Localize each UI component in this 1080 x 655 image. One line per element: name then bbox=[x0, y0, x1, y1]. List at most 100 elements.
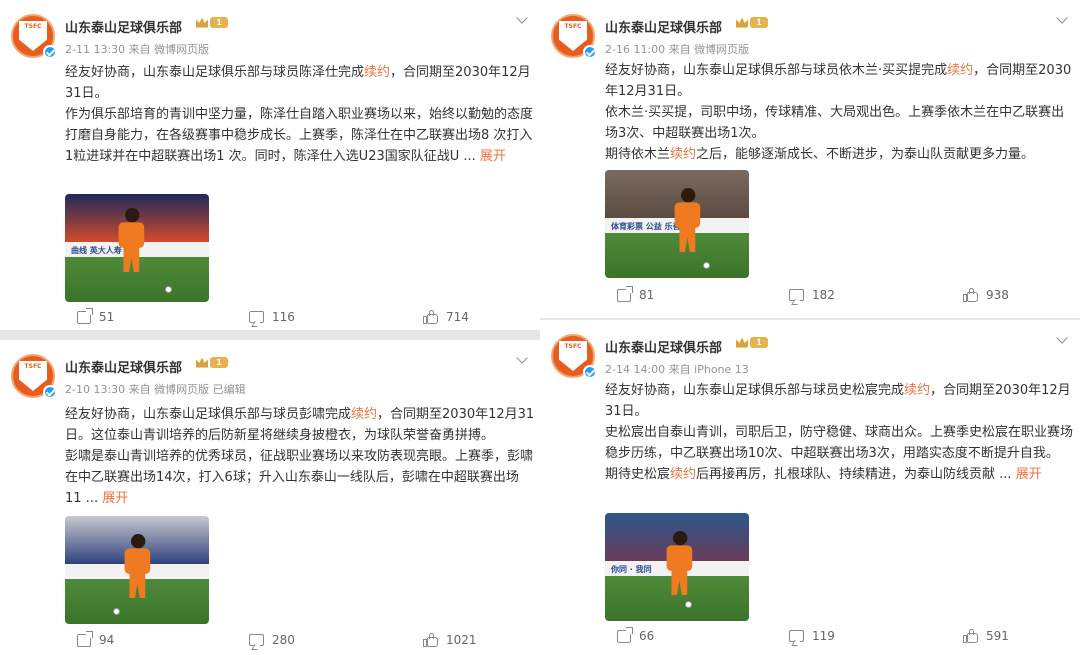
expand-link[interactable]: 展开 bbox=[1012, 467, 1042, 482]
repost-button[interactable]: 94 bbox=[77, 630, 115, 647]
post-text: 经友好协商，山东泰山足球俱乐部与球员史松宸完成续约，合同期至2030年12月31… bbox=[605, 380, 1075, 485]
text-segment: 经友好协商，山东泰山足球俱乐部与球员依木兰·买买提完成 bbox=[605, 63, 948, 78]
post-meta: 2-11 13:30 来自 微博网页版 bbox=[65, 43, 210, 56]
vip-badge[interactable]: 1 bbox=[736, 337, 768, 348]
account-name[interactable]: 山东泰山足球俱乐部 bbox=[65, 357, 182, 376]
highlight-keyword[interactable]: 续约 bbox=[904, 383, 930, 398]
paragraph: 期待依木兰续约之后，能够逐渐成长、不断进步，为泰山队贡献更多力量。 bbox=[605, 144, 1075, 165]
like-button[interactable]: 714 bbox=[423, 310, 469, 324]
text-segment: 彭啸是泰山青训培养的优秀球员，征战职业赛场以来攻防表现亮眼。上赛季，彭啸在中乙联… bbox=[65, 449, 534, 506]
post-meta: 2-16 11:00 来自 微博网页版 bbox=[605, 43, 750, 56]
verified-icon bbox=[43, 385, 57, 399]
like-icon bbox=[423, 633, 438, 647]
verified-icon bbox=[583, 365, 597, 379]
post-photo[interactable]: 曲线 英大人寿 联 bbox=[65, 194, 209, 302]
text-segment: 后再接再厉，扎根球队、持续精进，为泰山防线贡献 ... bbox=[696, 467, 1012, 482]
club-crest-icon: TSFC bbox=[19, 21, 47, 51]
reposts-count: 66 bbox=[639, 629, 655, 643]
likes-count: 1021 bbox=[446, 633, 477, 647]
paragraph: 经友好协商，山东泰山足球俱乐部与球员彭啸完成续约，合同期至2030年12月31日… bbox=[65, 404, 535, 446]
post-text: 经友好协商，山东泰山足球俱乐部与球员陈泽仕完成续约，合同期至2030年12月31… bbox=[65, 62, 535, 167]
repost-icon bbox=[617, 626, 633, 643]
text-segment: 作为俱乐部培育的青训中坚力量，陈泽仕自踏入职业赛场以来，始终以勤勉的态度打磨自身… bbox=[65, 107, 534, 164]
like-icon bbox=[963, 288, 978, 302]
account-name[interactable]: 山东泰山足球俱乐部 bbox=[605, 17, 722, 36]
post-photo[interactable]: 你同 · 我同 bbox=[605, 513, 749, 621]
likes-count: 591 bbox=[986, 629, 1009, 643]
player-figure bbox=[123, 534, 152, 598]
highlight-keyword[interactable]: 续约 bbox=[351, 407, 377, 422]
repost-icon bbox=[77, 630, 93, 647]
post-meta: 2-10 13:30 来自 微博网页版 已编辑 bbox=[65, 383, 246, 396]
player-shirt bbox=[118, 222, 145, 248]
comment-button[interactable]: 280 bbox=[249, 633, 295, 647]
expand-link[interactable]: 展开 bbox=[98, 491, 128, 506]
highlight-keyword[interactable]: 续约 bbox=[364, 65, 390, 80]
like-button[interactable]: 1021 bbox=[423, 633, 477, 647]
vip-badge[interactable]: 1 bbox=[736, 17, 768, 28]
like-thumb bbox=[969, 288, 974, 294]
like-button[interactable]: 938 bbox=[963, 288, 1009, 302]
paragraph: 依木兰·买买提，司职中场，传球精准、大局观出色。上赛季依木兰在中乙联赛出场3次、… bbox=[605, 102, 1075, 144]
comment-button[interactable]: 116 bbox=[249, 310, 295, 324]
weibo-post: TSFC 山东泰山足球俱乐部 1 2-11 13:30 来自 微博网页版经友好协商，山… bbox=[0, 0, 540, 330]
chevron-down-icon[interactable] bbox=[1056, 12, 1068, 24]
text-segment: 期待依木兰 bbox=[605, 147, 671, 162]
highlight-keyword[interactable]: 续约 bbox=[670, 147, 696, 162]
paragraph: 经友好协商，山东泰山足球俱乐部与球员陈泽仕完成续约，合同期至2030年12月31… bbox=[65, 62, 535, 104]
post-photo[interactable] bbox=[65, 516, 209, 624]
player-head bbox=[673, 531, 688, 546]
likes-count: 714 bbox=[446, 310, 469, 324]
post-text: 经友好协商，山东泰山足球俱乐部与球员依木兰·买买提完成续约，合同期至2030年1… bbox=[605, 60, 1075, 165]
player-legs bbox=[679, 228, 696, 252]
player-figure bbox=[117, 208, 146, 272]
expand-link[interactable]: 展开 bbox=[476, 149, 506, 164]
paragraph: 彭啸是泰山青训培养的优秀球员，征战职业赛场以来攻防表现亮眼。上赛季，彭啸在中乙联… bbox=[65, 446, 535, 509]
weibo-post: TSFC 山东泰山足球俱乐部 1 2-14 14:00 来自 iPhone 13 经友好… bbox=[540, 320, 1080, 655]
paragraph: 经友好协商，山东泰山足球俱乐部与球员依木兰·买买提完成续约，合同期至2030年1… bbox=[605, 60, 1075, 102]
reposts-count: 94 bbox=[99, 633, 115, 647]
chevron-down-icon[interactable] bbox=[1056, 332, 1068, 344]
vip-badge[interactable]: 1 bbox=[196, 357, 228, 368]
player-shirt bbox=[666, 545, 693, 571]
chevron-down-icon[interactable] bbox=[516, 352, 528, 364]
like-thumb bbox=[429, 310, 434, 316]
repost-icon bbox=[617, 285, 633, 302]
chevron-down-icon[interactable] bbox=[516, 12, 528, 24]
comment-button[interactable]: 182 bbox=[789, 288, 835, 302]
repost-button[interactable]: 81 bbox=[617, 285, 654, 302]
player-head bbox=[125, 208, 140, 223]
club-crest-icon: TSFC bbox=[559, 21, 587, 51]
text-segment: 经友好协商，山东泰山足球俱乐部与球员陈泽仕完成 bbox=[65, 65, 365, 80]
board-text: 你同 · 我同 bbox=[611, 564, 652, 574]
comment-icon bbox=[249, 634, 264, 646]
crown-icon bbox=[736, 337, 748, 348]
repost-button[interactable]: 66 bbox=[617, 626, 655, 643]
account-name[interactable]: 山东泰山足球俱乐部 bbox=[605, 337, 722, 356]
crown-icon bbox=[196, 17, 208, 28]
player-head bbox=[131, 534, 146, 549]
likes-count: 938 bbox=[986, 288, 1009, 302]
repost-button[interactable]: 51 bbox=[77, 307, 114, 324]
highlight-keyword[interactable]: 续约 bbox=[947, 63, 973, 78]
like-icon bbox=[423, 310, 438, 324]
comment-button[interactable]: 119 bbox=[789, 629, 835, 643]
action-bar: 94 280 1021 bbox=[65, 630, 535, 653]
like-thumb bbox=[429, 633, 434, 639]
vip-badge[interactable]: 1 bbox=[196, 17, 228, 28]
account-name[interactable]: 山东泰山足球俱乐部 bbox=[65, 17, 182, 36]
text-segment: 经友好协商，山东泰山足球俱乐部与球员彭啸完成 bbox=[65, 407, 352, 422]
post-photo[interactable]: 体育彩票 公益 乐善人 bbox=[605, 170, 749, 278]
football-icon bbox=[113, 608, 120, 615]
football-icon bbox=[165, 286, 172, 293]
highlight-keyword[interactable]: 续约 bbox=[670, 467, 696, 482]
vip-level: 1 bbox=[750, 17, 768, 28]
paragraph: 经友好协商，山东泰山足球俱乐部与球员史松宸完成续约，合同期至2030年12月31… bbox=[605, 380, 1075, 422]
comment-icon bbox=[789, 289, 804, 301]
like-icon bbox=[963, 629, 978, 643]
football-icon bbox=[685, 601, 692, 608]
crown-icon bbox=[736, 17, 748, 28]
vip-level: 1 bbox=[210, 17, 228, 28]
like-button[interactable]: 591 bbox=[963, 629, 1009, 643]
player-shirt bbox=[674, 202, 701, 228]
